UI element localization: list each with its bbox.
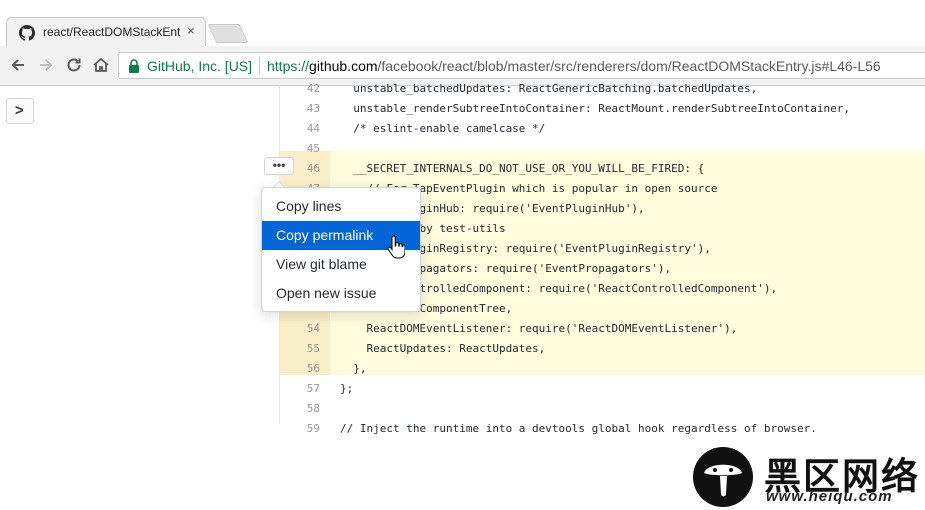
code-line: 44 /* eslint-enable camelcase */: [280, 119, 925, 139]
line-number[interactable]: 59: [280, 419, 320, 439]
browser-tab[interactable]: react/ReactDOMStackEnt ×: [6, 17, 206, 46]
forward-button[interactable]: [36, 55, 56, 75]
code-line: 54 ReactDOMEventListener: require('React…: [280, 319, 925, 339]
tab-strip: react/ReactDOMStackEnt ×: [0, 0, 925, 46]
line-code: };: [340, 382, 354, 395]
line-number[interactable]: 57: [280, 379, 320, 399]
line-code: unstable_renderSubtreeIntoContainer: Rea…: [340, 102, 850, 115]
home-icon: [93, 57, 109, 72]
address-separator: [259, 57, 260, 74]
code-line: 56 },: [280, 359, 925, 379]
line-code: __SECRET_INTERNALS_DO_NOT_USE_OR_YOU_WIL…: [340, 162, 705, 175]
home-button[interactable]: [91, 55, 111, 75]
watermark: 黑区网络 www.heiqu.com: [692, 442, 925, 510]
line-code: /* eslint-enable camelcase */: [340, 122, 546, 135]
line-options-button[interactable]: •••: [264, 157, 294, 175]
line-number[interactable]: 54: [280, 319, 320, 339]
close-icon[interactable]: ×: [187, 23, 195, 38]
line-code: },: [340, 362, 367, 375]
line-code: // Inject the runtime into a devtools gl…: [340, 422, 817, 435]
url-scheme: https://: [267, 58, 310, 74]
back-button[interactable]: [8, 55, 28, 75]
mushroom-logo-icon: [693, 447, 753, 507]
line-number[interactable]: 55: [280, 339, 320, 359]
new-tab-button[interactable]: [207, 24, 249, 43]
line-number[interactable]: 43: [280, 99, 320, 119]
menu-item-open-new-issue[interactable]: Open new issue: [262, 279, 420, 308]
sidebar-toggle-button[interactable]: >: [6, 98, 34, 124]
code-line: 43 unstable_renderSubtreeIntoContainer: …: [280, 99, 925, 119]
code-line: 58: [280, 399, 925, 419]
menu-item-copy-lines[interactable]: Copy lines: [262, 192, 420, 221]
reload-button[interactable]: [64, 55, 84, 75]
line-number[interactable]: 44: [280, 119, 320, 139]
address-bar[interactable]: GitHub, Inc. [US] https://github.com/fac…: [118, 52, 925, 79]
page-content: > 42 unstable_batchedUpdates: ReactGener…: [0, 82, 925, 507]
line-number[interactable]: 56: [280, 359, 320, 379]
url-host: github.com: [309, 58, 378, 74]
code-line: 55 ReactUpdates: ReactUpdates,: [280, 339, 925, 359]
line-number[interactable]: 45: [280, 139, 320, 159]
line-code: unstable_batchedUpdates: ReactGenericBat…: [340, 82, 758, 95]
github-icon: [19, 25, 35, 41]
hand-cursor-icon: [387, 235, 405, 259]
back-arrow-icon: [11, 59, 24, 71]
reload-icon: [67, 58, 81, 72]
forward-arrow-icon: [40, 59, 53, 71]
code-line: 45: [280, 139, 925, 159]
code-line: 57};: [280, 379, 925, 399]
tab-title: react/ReactDOMStackEnt: [43, 25, 181, 39]
line-number[interactable]: 58: [280, 399, 320, 419]
line-number[interactable]: 42: [280, 79, 320, 99]
line-code: ReactDOMEventListener: require('ReactDOM…: [340, 322, 738, 335]
url-path: /facebook/react/blob/master/src/renderer…: [377, 58, 881, 74]
code-line: 59 // Inject the runtime into a devtools …: [280, 419, 925, 439]
code-line: 42 unstable_batchedUpdates: ReactGeneric…: [280, 79, 925, 99]
chevron-right-icon: >: [15, 102, 24, 119]
watermark-url: www.heiqu.com: [766, 488, 893, 505]
line-code: ReactUpdates: ReactUpdates,: [340, 342, 546, 355]
site-identity[interactable]: GitHub, Inc. [US]: [147, 58, 252, 74]
url-text[interactable]: https://github.com/facebook/react/blob/m…: [267, 58, 881, 74]
lock-icon: [129, 59, 139, 73]
code-line: 46 __SECRET_INTERNALS_DO_NOT_USE_OR_YOU_…: [280, 159, 925, 179]
